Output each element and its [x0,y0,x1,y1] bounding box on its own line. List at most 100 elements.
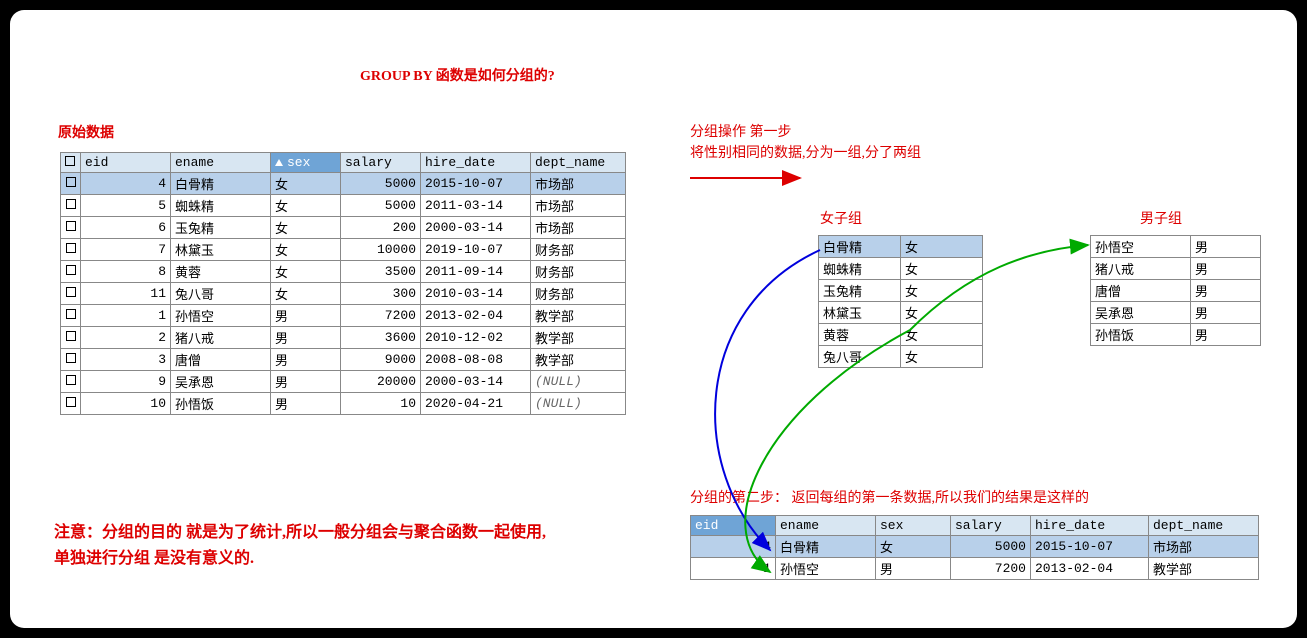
table-row: 2猪八戒男36002010-12-02教学部 [61,327,626,349]
diagram-title: GROUP BY 函数是如何分组的? [360,65,555,85]
cell-ename: 吴承恩 [1091,302,1191,324]
table-row: 白骨精女 [819,236,983,258]
cell-dept: 教学部 [1149,558,1259,580]
step2-label: 分组的第二步： 返回每组的第一条数据,所以我们的结果是这样的 [690,487,1089,507]
cell-salary: 5000 [341,173,421,195]
table-row: 4白骨精女50002015-10-07市场部 [61,173,626,195]
original-data-label: 原始数据 [58,122,114,142]
cell-sex: 女 [901,258,983,280]
cell-eid: 1 [691,558,776,580]
diagram-card: GROUP BY 函数是如何分组的? 原始数据 注意：分组的目的 就是为了统计,… [10,10,1297,628]
cell-salary: 3600 [341,327,421,349]
sort-asc-icon [275,159,283,166]
cell-sex: 女 [901,236,983,258]
male-group-label: 男子组 [1140,208,1182,228]
table-header-row: eid ename sex salary hire_date dept_name [691,516,1259,536]
cell-sex: 男 [1191,236,1261,258]
cell-eid: 6 [81,217,171,239]
cell-hire-date: 2015-10-07 [421,173,531,195]
cell-sex: 女 [876,536,951,558]
cell-eid: 3 [81,349,171,371]
cell-ename: 孙悟空 [171,305,271,327]
note-text: 注意：分组的目的 就是为了统计,所以一般分组会与聚合函数一起使用,单独进行分组 … [54,520,554,571]
table-row: 9吴承恩男200002000-03-14(NULL) [61,371,626,393]
row-checkbox [61,217,81,239]
cell-hire-date: 2008-08-08 [421,349,531,371]
col-eid-sorted: eid [691,516,776,536]
cell-dept: 市场部 [531,217,626,239]
step1-line2: 将性别相同的数据,分为一组,分了两组 [690,146,921,161]
row-checkbox [61,173,81,195]
col-dept-name: dept_name [1149,516,1259,536]
table-row: 蜘蛛精女 [819,258,983,280]
cell-ename: 蜘蛛精 [819,258,901,280]
cell-dept: (NULL) [531,371,626,393]
cell-ename: 孙悟饭 [171,393,271,415]
cell-sex: 女 [271,283,341,305]
cell-dept: 财务部 [531,261,626,283]
cell-salary: 5000 [951,536,1031,558]
cell-hire-date: 2013-02-04 [1031,558,1149,580]
row-checkbox [61,327,81,349]
cell-hire-date: 2020-04-21 [421,393,531,415]
cell-sex: 男 [1191,280,1261,302]
cell-salary: 300 [341,283,421,305]
cell-ename: 白骨精 [819,236,901,258]
table-row: 黄蓉女 [819,324,983,346]
table-row: 1孙悟空男72002013-02-04教学部 [61,305,626,327]
table-row: 玉兔精女 [819,280,983,302]
cell-sex: 男 [271,349,341,371]
cell-ename: 兔八哥 [171,283,271,305]
cell-ename: 猪八戒 [171,327,271,349]
col-ename: ename [171,153,271,173]
cell-dept: 教学部 [531,327,626,349]
cell-ename: 林黛玉 [171,239,271,261]
cell-sex: 女 [901,324,983,346]
cell-dept: 教学部 [531,305,626,327]
row-checkbox [61,393,81,415]
table-row: 林黛玉女 [819,302,983,324]
col-hire-date: hire_date [421,153,531,173]
table-header-row: eid ename sex salary hire_date dept_name [61,153,626,173]
table-row: 3唐僧男90002008-08-08教学部 [61,349,626,371]
female-group-label: 女子组 [820,208,862,228]
table-row: 吴承恩男 [1091,302,1261,324]
female-group-table: 白骨精女蜘蛛精女玉兔精女林黛玉女黄蓉女兔八哥女 [818,235,983,368]
cell-sex: 男 [271,305,341,327]
cell-ename: 猪八戒 [1091,258,1191,280]
cell-hire-date: 2015-10-07 [1031,536,1149,558]
table-row: 孙悟饭男 [1091,324,1261,346]
col-eid: eid [81,153,171,173]
col-hire-date: hire_date [1031,516,1149,536]
cell-sex: 女 [271,173,341,195]
cell-eid: 10 [81,393,171,415]
cell-hire-date: 2011-09-14 [421,261,531,283]
male-group-table: 孙悟空男猪八戒男唐僧男吴承恩男孙悟饭男 [1090,235,1261,346]
step1-label: 分组操作 第一步 将性别相同的数据,分为一组,分了两组 [690,122,921,164]
table-row: 6玉兔精女2002000-03-14市场部 [61,217,626,239]
row-checkbox [61,305,81,327]
result-table: eid ename sex salary hire_date dept_name… [690,515,1259,580]
cell-salary: 200 [341,217,421,239]
col-dept-name: dept_name [531,153,626,173]
row-checkbox [61,239,81,261]
cell-dept: 市场部 [1149,536,1259,558]
table-row: 5蜘蛛精女50002011-03-14市场部 [61,195,626,217]
cell-hire-date: 2000-03-14 [421,217,531,239]
cell-sex: 男 [1191,258,1261,280]
cell-sex: 女 [901,346,983,368]
table-row: 8黄蓉女35002011-09-14财务部 [61,261,626,283]
cell-eid: 4 [691,536,776,558]
col-salary: salary [341,153,421,173]
cell-salary: 3500 [341,261,421,283]
table-row: 孙悟空男 [1091,236,1261,258]
cell-sex: 女 [901,302,983,324]
row-checkbox [61,349,81,371]
row-checkbox [61,283,81,305]
table-row: 1孙悟空男72002013-02-04教学部 [691,558,1259,580]
cell-hire-date: 2011-03-14 [421,195,531,217]
cell-sex: 男 [876,558,951,580]
col-ename: ename [776,516,876,536]
cell-sex: 男 [271,371,341,393]
cell-dept: (NULL) [531,393,626,415]
